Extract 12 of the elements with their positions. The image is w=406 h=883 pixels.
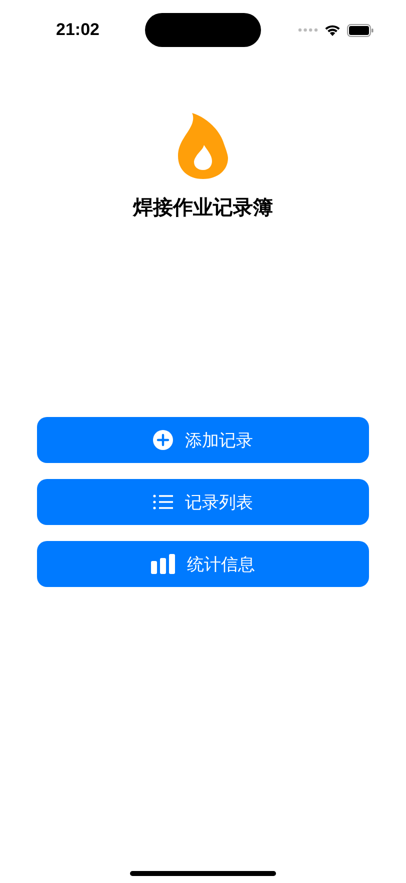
signal-icon <box>298 28 318 32</box>
app-title: 焊接作业记录簿 <box>133 194 273 221</box>
battery-icon <box>347 24 374 36</box>
list-icon <box>153 494 173 510</box>
flame-icon <box>176 112 230 180</box>
plus-circle-icon <box>153 430 173 450</box>
bar-chart-icon <box>151 554 175 574</box>
status-time: 21:02 <box>56 20 100 40</box>
menu-button[interactable]: 统计信息 <box>37 541 369 587</box>
wifi-icon <box>324 24 341 36</box>
menu-button[interactable]: 记录列表 <box>37 479 369 525</box>
menu-button[interactable]: 添加记录 <box>37 417 369 463</box>
